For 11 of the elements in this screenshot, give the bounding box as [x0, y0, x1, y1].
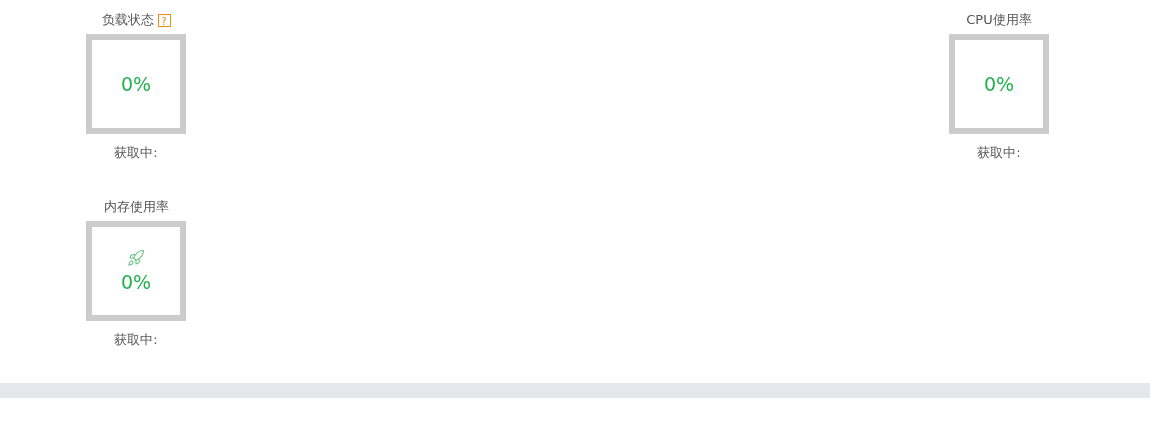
rocket-icon — [127, 248, 145, 267]
gauge-value: 0% — [983, 73, 1015, 95]
gauge-title: CPU使用率 — [966, 11, 1032, 29]
gauge-value: 0% — [120, 270, 152, 293]
help-badge[interactable]: ? — [157, 13, 171, 27]
gauge-value: 0% — [120, 73, 152, 95]
gauge-title: 内存使用率 — [103, 197, 169, 216]
gauge-status: 获取中: — [114, 330, 158, 349]
gauge-title: 负载状态 — [101, 11, 154, 29]
gauge-status: 获取中: — [114, 144, 158, 162]
gauge-status: 获取中: — [977, 144, 1021, 162]
